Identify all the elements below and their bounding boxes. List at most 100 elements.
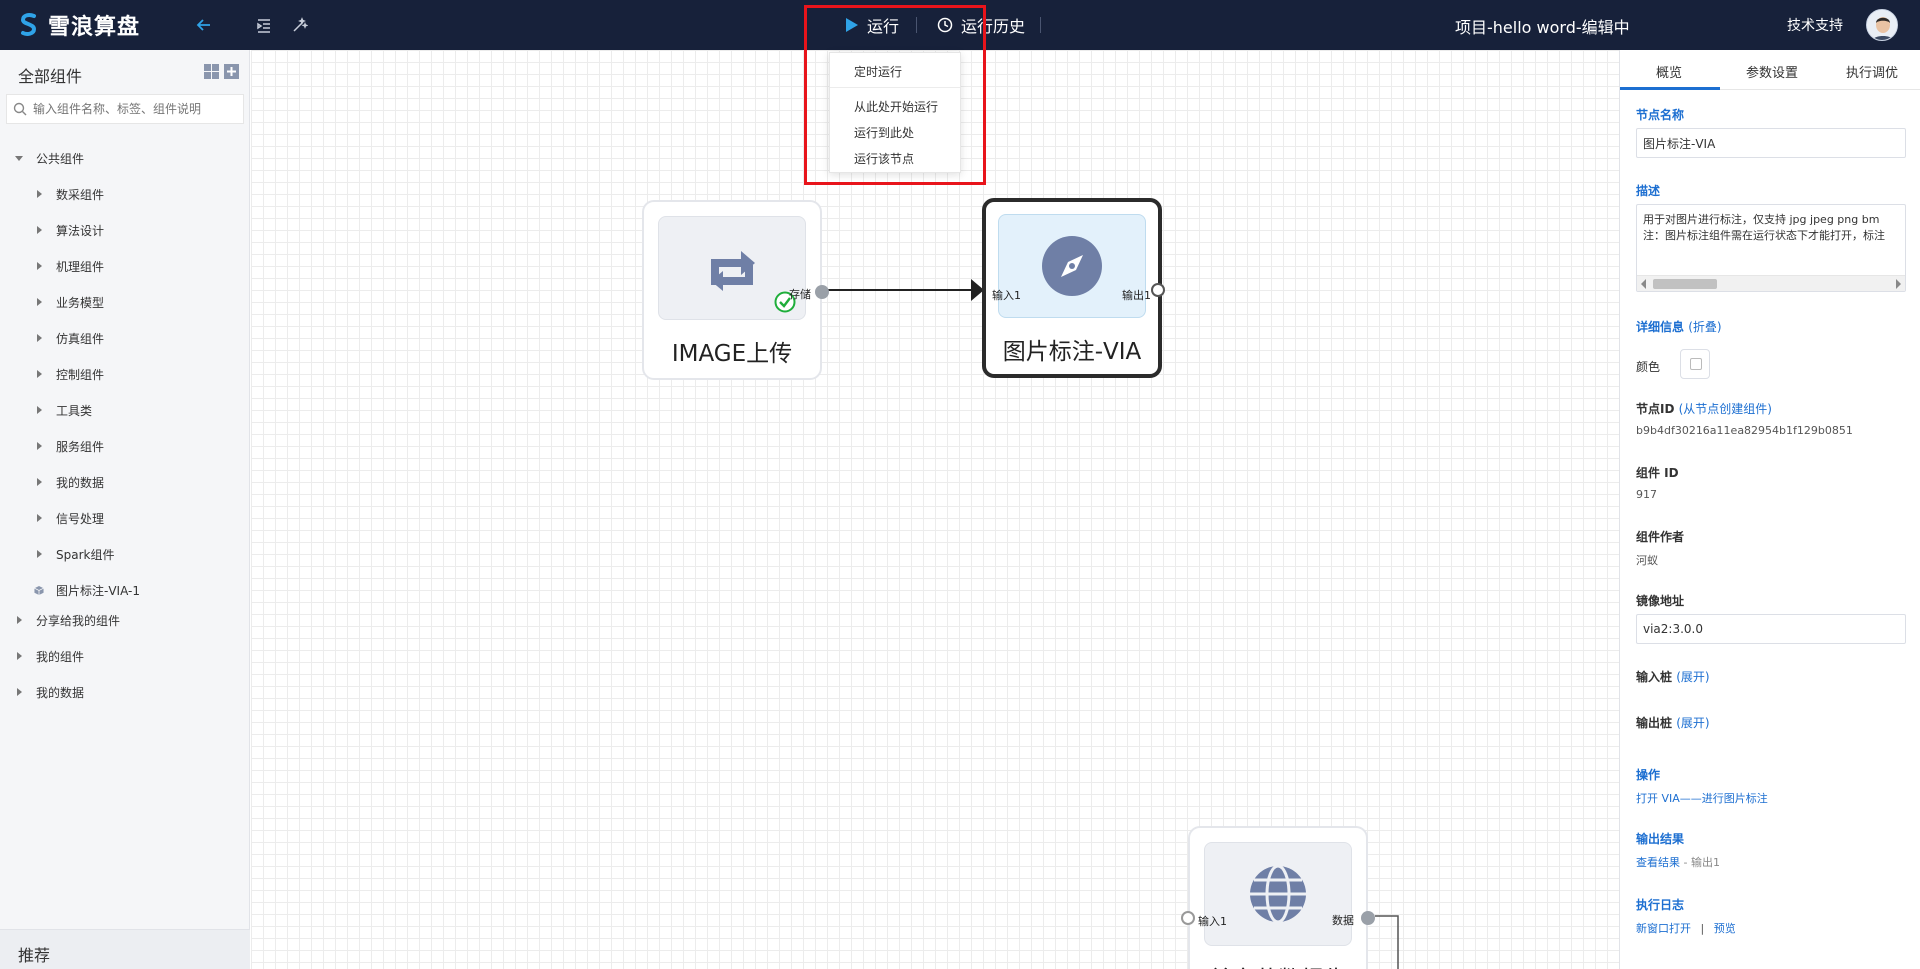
node-icon-box xyxy=(1204,842,1352,946)
result-suffix: - 输出1 xyxy=(1680,856,1720,869)
input-ports-label: 输入桩 (展开) xyxy=(1636,668,1710,685)
preview-link[interactable]: 预览 xyxy=(1714,922,1736,935)
tree-label: 图片标注-VIA-1 xyxy=(56,583,140,598)
tree-label: 控制组件 xyxy=(56,367,105,382)
tab-parameters[interactable]: 参数设置 xyxy=(1746,62,1798,81)
tree-item-simulation[interactable]: 仿真组件 xyxy=(34,328,104,348)
input-ports-expand-link[interactable]: (展开) xyxy=(1676,670,1709,684)
tech-support-link[interactable]: 技术支持 xyxy=(1787,15,1843,35)
edge-layer xyxy=(821,279,1399,969)
collapse-arrow-icon[interactable] xyxy=(194,15,214,35)
link-separator: | xyxy=(1700,922,1705,935)
color-picker[interactable] xyxy=(1680,349,1710,379)
workflow-canvas[interactable]: IMAGE上传 存储 图片标注-VIA 输入1 输出1 输入1 数据 xyxy=(251,50,1619,969)
tab-overview[interactable]: 概览 xyxy=(1656,62,1682,81)
menu-divider xyxy=(830,87,960,88)
toolbar-divider xyxy=(916,17,917,33)
image-address-input[interactable] xyxy=(1636,614,1906,644)
caret-right-icon xyxy=(34,261,44,271)
detail-collapse-link[interactable]: (折叠) xyxy=(1688,320,1721,334)
run-label: 运行 xyxy=(867,17,900,36)
scroll-left-icon[interactable] xyxy=(1640,279,1648,289)
component-id-value: 917 xyxy=(1636,488,1657,501)
app-logo[interactable]: 雪浪算盘 xyxy=(18,11,140,40)
open-via-link[interactable]: 打开 VIA——进行图片标注 xyxy=(1636,792,1768,805)
tree-item-business-model[interactable]: 业务模型 xyxy=(34,292,104,312)
tree-label: 业务模型 xyxy=(56,295,105,310)
tree-item-via-leaf[interactable]: 图片标注-VIA-1 xyxy=(34,580,140,600)
input-ports-text: 输入桩 xyxy=(1636,670,1673,684)
output-port[interactable] xyxy=(1361,911,1375,925)
tree-group-my-components[interactable]: 我的组件 xyxy=(14,646,84,666)
tree-group-public[interactable]: 公共组件 xyxy=(14,148,84,168)
port-label-out: 数据 xyxy=(1332,914,1354,927)
component-search-input[interactable] xyxy=(33,102,233,116)
detail-info-text: 详细信息 xyxy=(1636,320,1685,334)
port-label-in: 输入1 xyxy=(1198,915,1227,928)
tree-item-signal[interactable]: 信号处理 xyxy=(34,508,104,528)
caret-right-icon xyxy=(14,687,24,697)
tree-item-my-data[interactable]: 我的数据 xyxy=(34,472,104,492)
tab-execution-tuning[interactable]: 执行调优 xyxy=(1846,62,1898,81)
horizontal-scrollbar[interactable] xyxy=(1637,275,1905,291)
menu-item-scheduled-run[interactable]: 定时运行 xyxy=(854,63,902,80)
tree-item-mechanism[interactable]: 机理组件 xyxy=(34,256,104,276)
tree-item-service[interactable]: 服务组件 xyxy=(34,436,104,456)
run-button[interactable]: 运行 xyxy=(845,13,899,37)
description-textarea[interactable]: 用于对图片进行标注，仅支持 jpg jpeg png bm 注：图片标注组件需在… xyxy=(1636,204,1906,292)
run-history-label: 运行历史 xyxy=(961,17,1026,36)
magic-wand-icon[interactable] xyxy=(290,15,310,35)
port-label-out: 存储 xyxy=(789,288,811,301)
outdent-list-icon[interactable] xyxy=(254,15,274,35)
port-label-in: 输入1 xyxy=(992,289,1021,302)
output-port[interactable] xyxy=(1151,283,1165,297)
menu-item-run-to-here[interactable]: 运行到此处 xyxy=(854,124,914,141)
color-swatch xyxy=(1690,358,1702,370)
tree-item-data-collection[interactable]: 数采组件 xyxy=(34,184,104,204)
tree-group-my-data[interactable]: 我的数据 xyxy=(14,682,84,702)
caret-right-icon xyxy=(34,405,44,415)
tree-item-spark[interactable]: Spark组件 xyxy=(34,544,114,564)
output-result-row: 查看结果 - 输出1 xyxy=(1636,854,1720,870)
user-avatar[interactable] xyxy=(1866,9,1898,41)
output-ports-expand-link[interactable]: (展开) xyxy=(1676,716,1709,730)
recommend-label: 推荐 xyxy=(18,946,51,965)
image-address-label: 镜像地址 xyxy=(1636,594,1685,608)
tree-label: 公共组件 xyxy=(36,151,85,166)
compass-icon xyxy=(1042,236,1102,296)
caret-right-icon xyxy=(14,615,24,625)
author-value: 河蚁 xyxy=(1636,554,1658,567)
execution-log-row: 新窗口打开 | 预览 xyxy=(1636,920,1736,936)
tree-label: 分享给我的组件 xyxy=(36,613,121,628)
edge-third-out[interactable] xyxy=(1375,915,1399,969)
tree-label: 仿真组件 xyxy=(56,331,105,346)
play-icon xyxy=(846,18,858,32)
node-image-annotation-via[interactable]: 图片标注-VIA 输入1 输出1 xyxy=(982,198,1165,378)
open-new-window-link[interactable]: 新窗口打开 xyxy=(1636,922,1691,935)
scrollbar-thumb[interactable] xyxy=(1653,279,1717,289)
tree-group-shared[interactable]: 分享给我的组件 xyxy=(14,610,120,630)
menu-item-run-this-node[interactable]: 运行该节点 xyxy=(854,150,914,167)
grid-view-icon[interactable] xyxy=(204,64,219,79)
input-port[interactable] xyxy=(1181,911,1195,925)
caret-right-icon xyxy=(34,513,44,523)
create-from-node-link[interactable]: (从节点创建组件) xyxy=(1679,402,1772,416)
recommend-section[interactable]: 推荐 xyxy=(0,929,250,969)
add-component-icon[interactable] xyxy=(224,64,239,79)
tree-item-tools[interactable]: 工具类 xyxy=(34,400,92,420)
description-line: 注：图片标注组件需在运行状态下才能打开，标注 xyxy=(1643,229,1885,242)
view-result-link[interactable]: 查看结果 xyxy=(1636,856,1680,869)
component-id-label: 组件 ID xyxy=(1636,466,1679,480)
node-name-input[interactable] xyxy=(1636,128,1906,158)
node-third[interactable]: 首字节数报告 输入1 数据 xyxy=(1181,826,1375,969)
component-search-box[interactable] xyxy=(6,94,244,124)
node-label: 首字节数报告 xyxy=(1190,960,1366,969)
tree-item-algorithm[interactable]: 算法设计 xyxy=(34,220,104,240)
caret-right-icon xyxy=(34,225,44,235)
output-port[interactable] xyxy=(815,285,829,299)
tree-item-control[interactable]: 控制组件 xyxy=(34,364,104,384)
node-image-upload[interactable]: IMAGE上传 存储 xyxy=(642,200,829,380)
scroll-right-icon[interactable] xyxy=(1894,279,1902,289)
menu-item-run-from-here[interactable]: 从此处开始运行 xyxy=(854,98,938,115)
run-history-button[interactable]: 运行历史 xyxy=(937,13,1025,37)
